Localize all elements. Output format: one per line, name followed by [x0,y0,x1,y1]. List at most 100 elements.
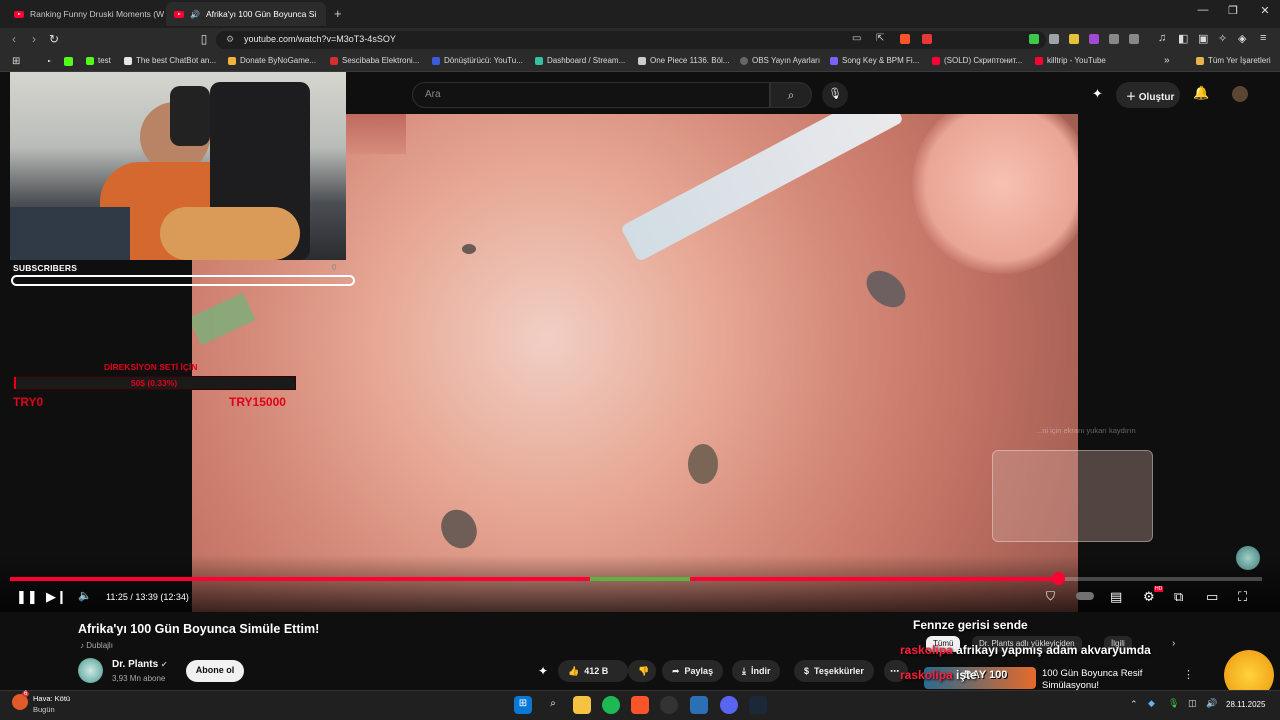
browser-tab[interactable]: Ranking Funny Druski Moments (Wa [6,2,164,26]
autoplay-toggle[interactable] [1076,592,1094,600]
network-icon[interactable]: ◫ [1188,698,1197,709]
site-info-icon[interactable]: ⚙ [226,34,234,45]
donation-goal-title: DİREKSİYON SETİ İÇİN [104,362,198,372]
spotify-icon[interactable] [602,696,620,714]
bookmark-bynogame[interactable]: Donate ByNoGame... [228,56,316,65]
minimize-icon[interactable]: — [1188,4,1218,16]
bookmark-one-piece[interactable]: One Piece 1136. Böl... [638,56,729,65]
share-button[interactable]: ➦ Paylaş [662,660,724,682]
discord-icon[interactable] [720,696,738,714]
bookmark-obs[interactable]: OBS Yayın Ayarları [740,56,820,65]
sidebar-icon[interactable]: ◧ [1178,32,1188,45]
dislike-button[interactable]: 👎 [628,660,656,682]
extensions-icon[interactable] [1109,34,1119,44]
shield-extension-icon[interactable] [1049,34,1059,44]
kick-bookmark-icon[interactable] [64,57,73,66]
theater-mode-icon[interactable]: ▭ [1206,589,1218,605]
windows-start-icon[interactable]: ⊞ [514,696,532,714]
bookmark-page-icon[interactable]: ▯ [196,32,212,46]
recommendation-title[interactable]: 100 Gün Boyunca Resif Simülasyonu! [1042,668,1162,692]
chat-message: Fennze gerisi sende [913,618,1028,632]
taskbar-clock[interactable]: 28.11.2025 [1226,700,1265,709]
wallet-icon[interactable]: ▣ [1198,32,1208,45]
brave-shield-icon[interactable] [900,34,910,44]
bookmark-song-key[interactable]: Song Key & BPM Fi... [830,56,919,65]
next-icon[interactable]: ▶❙ [46,589,67,605]
share-icon[interactable]: ⇱ [876,33,884,44]
channel-name[interactable]: Dr. Plants ✔ [112,659,168,670]
subscribe-button[interactable]: Abone ol [186,660,244,682]
reload-icon[interactable]: ↻ [46,32,62,46]
channel-watermark[interactable] [1236,546,1260,570]
browser-tab-active[interactable]: 🔊 Afrika'yı 100 Gün Boyunca Si ✕ [166,2,326,26]
tab-title: Ranking Funny Druski Moments (Wa [30,9,164,19]
search-button[interactable]: ⌕ [770,82,812,108]
taskbar-search-icon[interactable]: ⌕ [544,696,562,714]
video-detail [912,114,1078,274]
bookmark-test[interactable]: test [86,56,111,65]
more-bookmarks-button[interactable]: » [1164,55,1170,66]
apps-grid-icon[interactable]: ⊞ [12,56,20,67]
fullscreen-icon[interactable]: ⛶ [1238,589,1247,605]
file-explorer-icon[interactable] [573,696,591,714]
chat-message: raskolipa afrikayı yapmış adam akvaryumd… [900,643,1151,657]
bookmark-killtrip[interactable]: killtrip - YouTube [1035,56,1106,65]
search-input[interactable]: Ara [412,82,770,108]
speaker-tray-icon[interactable]: 🔊 [1206,698,1217,709]
donation-goal-fill [14,377,16,389]
bookmark-sold[interactable]: (SOLD) Скриптонит... [932,56,1022,65]
menu-icon[interactable]: ≡ [1260,32,1266,44]
brave-rewards-icon[interactable] [922,34,932,44]
volume-icon[interactable]: 🔈 [78,589,92,602]
weather-title[interactable]: Hava: Kötü [33,694,70,703]
voice-search-button[interactable]: 🎙 [822,82,848,108]
bookmark-sescibaba[interactable]: Sescibaba Elektroni... [330,56,419,65]
ask-ai-icon[interactable]: ✦ [538,664,548,678]
tray-overflow-icon[interactable]: ⌃ [1130,699,1138,710]
cast-icon[interactable]: ▭ [852,33,861,44]
miniplayer-icon[interactable]: ⧉ [1174,589,1183,605]
download-button[interactable]: ⤓ İndir [732,660,781,682]
vpn-icon[interactable]: ◈ [1238,32,1246,45]
color-extension-icon[interactable] [1089,34,1099,44]
chips-next-icon[interactable]: › [1172,638,1175,649]
shorts-create-icon[interactable]: ✦ [1092,86,1103,102]
steam-icon[interactable] [749,696,767,714]
close-window-icon[interactable]: ✕ [1250,4,1280,17]
weather-icon[interactable]: 6 [12,691,30,710]
channel-avatar[interactable] [78,658,103,683]
video-detail [192,292,256,346]
thanks-button[interactable]: $ Teşekkürler [794,660,874,682]
brave-browser-icon[interactable] [631,696,649,714]
adblock-extension-icon[interactable] [1029,34,1039,44]
new-tab-button[interactable]: + [334,6,342,21]
back-icon[interactable]: ‹ [6,32,22,46]
leo-ai-icon[interactable]: ✧ [1218,32,1227,45]
subtitles-icon[interactable]: ▤ [1110,589,1122,605]
bookmark-converter[interactable]: Dönüştürücü: YouTu... [432,56,523,65]
endscreen-card[interactable] [992,450,1153,542]
restore-icon[interactable]: ❐ [1218,4,1248,17]
pause-icon[interactable]: ❚❚ [16,589,38,605]
account-avatar[interactable] [1232,86,1248,102]
tray-app-icon[interactable]: ◆ [1148,698,1155,709]
like-button[interactable]: 👍 412 B [558,660,628,682]
tray-mic-icon[interactable]: 🎙 [1168,698,1179,709]
obs-icon[interactable] [660,696,678,714]
pen-extension-icon[interactable] [1069,34,1079,44]
recommendation-menu-icon[interactable]: ⋮ [1183,668,1194,681]
bookmark-chatbot[interactable]: The best ChatBot an... [124,56,216,65]
bookmark-streamlabs[interactable]: Dashboard / Stream... [535,56,625,65]
settings-gear-icon[interactable]: ⚙ [1143,589,1155,605]
all-bookmarks-folder[interactable]: Tüm Yer İşaretleri [1196,56,1271,65]
video-detail [462,244,476,254]
forward-icon[interactable]: › [26,32,42,46]
create-button[interactable]: ＋ Oluştur [1116,82,1180,108]
progress-scrubber[interactable] [1052,572,1065,585]
discord-app-icon[interactable] [690,696,708,714]
notifications-icon[interactable]: 🔔 [1193,85,1209,101]
screenshot-extension-icon[interactable] [1129,34,1139,44]
autoplay-shield-icon[interactable]: ⛉ [1046,589,1055,604]
share-arrow-icon: ➦ [672,665,680,676]
media-icon[interactable]: ♫ [1158,32,1166,44]
